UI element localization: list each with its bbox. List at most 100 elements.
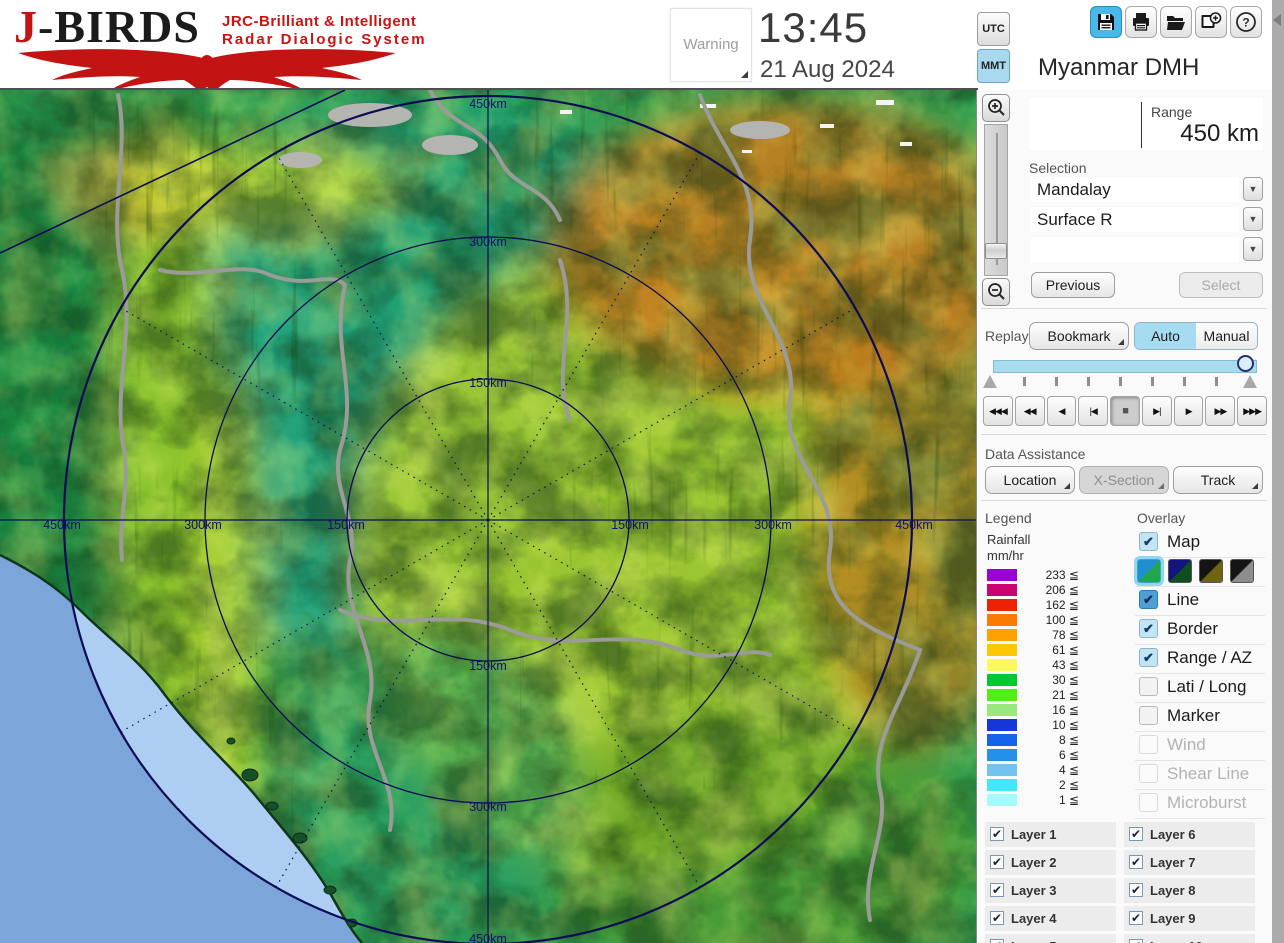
capture-button[interactable] bbox=[1195, 6, 1227, 38]
slider-end-marker[interactable] bbox=[1243, 375, 1257, 388]
stop-button[interactable]: ■ bbox=[1110, 396, 1140, 426]
capture-add-icon bbox=[1201, 12, 1222, 28]
layer-checkbox-1[interactable]: ✔ bbox=[990, 827, 1004, 841]
layer-row: ✔ Layer 3 bbox=[985, 878, 1116, 903]
legend-row: 2 ≦ bbox=[987, 778, 1107, 793]
replay-slider-track[interactable] bbox=[993, 360, 1257, 373]
utc-button[interactable]: UTC bbox=[977, 12, 1010, 46]
legend-value: 6 ≦ bbox=[1058, 748, 1079, 762]
logo-rest: -BIRDS bbox=[38, 1, 200, 52]
overlay-checkbox-line[interactable]: ✔ bbox=[1139, 590, 1158, 609]
layer-row: ✔ Layer 9 bbox=[1124, 906, 1255, 931]
overlay-item-label: Marker bbox=[1167, 706, 1220, 725]
zoom-slider-thumb[interactable] bbox=[985, 243, 1007, 259]
slider-tick bbox=[1055, 377, 1058, 386]
print-button[interactable] bbox=[1125, 6, 1157, 38]
mmt-button[interactable]: MMT bbox=[977, 49, 1010, 83]
dropdown-value[interactable]: Surface R bbox=[1031, 207, 1239, 232]
ring-label: 450km bbox=[469, 932, 507, 943]
legend-row: 1 ≦ bbox=[987, 793, 1107, 808]
dropdown-arrow-button[interactable]: ▼ bbox=[1243, 237, 1263, 261]
layer-label: Layer 10 bbox=[1150, 939, 1203, 943]
legend-row: 61 ≦ bbox=[987, 643, 1107, 658]
legend-title-rainfall: Rainfall bbox=[987, 532, 1031, 547]
fast-forward-button[interactable]: ▶▶ bbox=[1205, 396, 1236, 426]
dropdown-value[interactable]: Mandalay bbox=[1031, 177, 1239, 202]
layer-label: Layer 2 bbox=[1011, 855, 1057, 870]
layer-checkbox-7[interactable]: ✔ bbox=[1129, 855, 1143, 869]
layer-checkbox-6[interactable]: ✔ bbox=[1129, 827, 1143, 841]
dropdown-arrow-button[interactable]: ▼ bbox=[1243, 207, 1263, 231]
overlay-row-wind: Wind bbox=[1135, 731, 1265, 761]
step-back-button[interactable]: ◀ bbox=[1046, 396, 1077, 426]
open-folder-button[interactable] bbox=[1160, 6, 1192, 38]
slider-start-marker[interactable] bbox=[983, 375, 997, 388]
layer-checkbox-8[interactable]: ✔ bbox=[1129, 883, 1143, 897]
rewind-button[interactable]: ◀◀ bbox=[1014, 396, 1045, 426]
warning-label: Warning bbox=[683, 36, 739, 53]
replay-mode-manual[interactable]: Manual bbox=[1196, 323, 1257, 349]
overlay-checkbox-range-az[interactable]: ✔ bbox=[1139, 648, 1158, 667]
panel-collapse-strip[interactable] bbox=[1272, 0, 1284, 943]
map-style-terrain-gray[interactable] bbox=[1230, 559, 1254, 583]
dropdown-arrow-button[interactable]: ▼ bbox=[1243, 177, 1263, 201]
legend-swatch bbox=[987, 719, 1017, 731]
jbirds-logo: J-BIRDS JRC-Brilliant & Intelligent Rada… bbox=[12, 1, 425, 92]
slider-tick bbox=[1087, 377, 1090, 386]
ring-label: 450km bbox=[469, 97, 507, 111]
bookmark-label: Bookmark bbox=[1047, 328, 1111, 344]
layer-checkbox-5[interactable]: ✔ bbox=[990, 939, 1004, 943]
legend-row: 162 ≦ bbox=[987, 598, 1107, 613]
overlay-checkbox-lati-long[interactable] bbox=[1139, 677, 1158, 696]
help-button[interactable]: ? bbox=[1230, 6, 1262, 38]
save-button[interactable] bbox=[1090, 6, 1122, 38]
layer-checkbox-3[interactable]: ✔ bbox=[990, 883, 1004, 897]
legend-swatch bbox=[987, 614, 1017, 626]
layer-row: ✔ Layer 4 bbox=[985, 906, 1116, 931]
dropdown-value[interactable] bbox=[1031, 237, 1239, 262]
location-button[interactable]: Location bbox=[985, 466, 1075, 494]
layer-row: ✔ Layer 7 bbox=[1124, 850, 1255, 875]
legend-row: 10 ≦ bbox=[987, 718, 1107, 733]
ring-label: 150km bbox=[327, 518, 365, 532]
selection-dropdown-row: Surface R ▼ bbox=[1029, 206, 1263, 233]
track-button[interactable]: Track bbox=[1173, 466, 1263, 494]
skip-to-start-button[interactable]: |◀ bbox=[1078, 396, 1109, 426]
skip-to-end-button[interactable]: ▶| bbox=[1141, 396, 1172, 426]
overlay-checkbox-border[interactable]: ✔ bbox=[1139, 619, 1158, 638]
legend-swatch bbox=[987, 689, 1017, 701]
radar-map[interactable]: 450km 300km 150km 150km 300km 450km 450km 300km… bbox=[0, 88, 1030, 943]
save-icon bbox=[1098, 14, 1114, 30]
zoom-out-button[interactable] bbox=[982, 278, 1010, 306]
warning-dropdown[interactable]: Warning bbox=[670, 8, 752, 82]
fastest-forward-button[interactable]: ▶▶▶ bbox=[1237, 396, 1268, 426]
bookmark-button[interactable]: Bookmark bbox=[1029, 322, 1129, 350]
map-style-terrain-olive[interactable] bbox=[1199, 559, 1223, 583]
header: J-BIRDS JRC-Brilliant & Intelligent Rada… bbox=[0, 0, 1284, 92]
x-section-button[interactable]: X-Section bbox=[1079, 466, 1169, 494]
fast-rewind-button[interactable]: ◀◀◀ bbox=[983, 396, 1013, 426]
overlay-checkbox-marker[interactable] bbox=[1139, 706, 1158, 725]
map-style-row bbox=[1134, 556, 1265, 587]
layer-checkbox-9[interactable]: ✔ bbox=[1129, 911, 1143, 925]
control-panel: Range 450 km Selection Mandalay ▼ Surface … bbox=[976, 90, 1272, 943]
overlay-row-shear-line: Shear Line bbox=[1135, 760, 1265, 790]
replay-slider-handle[interactable] bbox=[1237, 355, 1254, 372]
divider bbox=[981, 434, 1267, 435]
ring-label: 150km bbox=[469, 376, 507, 390]
previous-button[interactable]: Previous bbox=[1031, 272, 1115, 298]
map-style-terrain-color[interactable] bbox=[1134, 556, 1164, 586]
zoom-in-button[interactable] bbox=[982, 94, 1010, 122]
layer-checkbox-4[interactable]: ✔ bbox=[990, 911, 1004, 925]
layer-checkbox-2[interactable]: ✔ bbox=[990, 855, 1004, 869]
logo-subtitle-1: JRC-Brilliant & Intelligent bbox=[222, 13, 417, 30]
layer-checkbox-10[interactable]: ✔ bbox=[1129, 939, 1143, 943]
replay-mode-auto[interactable]: Auto bbox=[1135, 323, 1196, 349]
zoom-slider[interactable] bbox=[984, 124, 1008, 276]
play-button[interactable]: ▶ bbox=[1173, 396, 1204, 426]
selection-dropdown-row: ▼ bbox=[1029, 236, 1263, 263]
overlay-checkbox-map[interactable]: ✔ bbox=[1139, 532, 1158, 551]
zoom-out-icon bbox=[988, 283, 1005, 300]
map-style-terrain-dark-blue[interactable] bbox=[1168, 559, 1192, 583]
select-button[interactable]: Select bbox=[1179, 272, 1263, 298]
